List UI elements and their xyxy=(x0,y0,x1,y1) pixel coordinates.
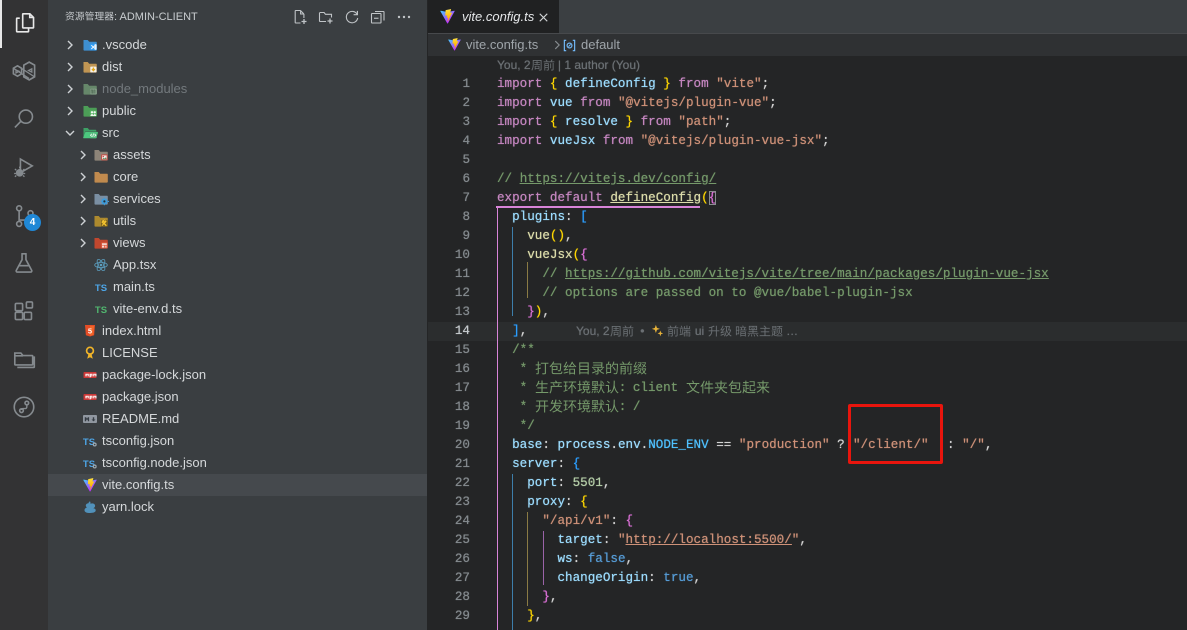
svg-text:TS: TS xyxy=(83,459,95,470)
svg-text:TS: TS xyxy=(95,305,107,316)
svg-text:TS: TS xyxy=(95,283,107,294)
svg-text:TS: TS xyxy=(83,437,95,448)
svg-text:5: 5 xyxy=(88,327,92,336)
